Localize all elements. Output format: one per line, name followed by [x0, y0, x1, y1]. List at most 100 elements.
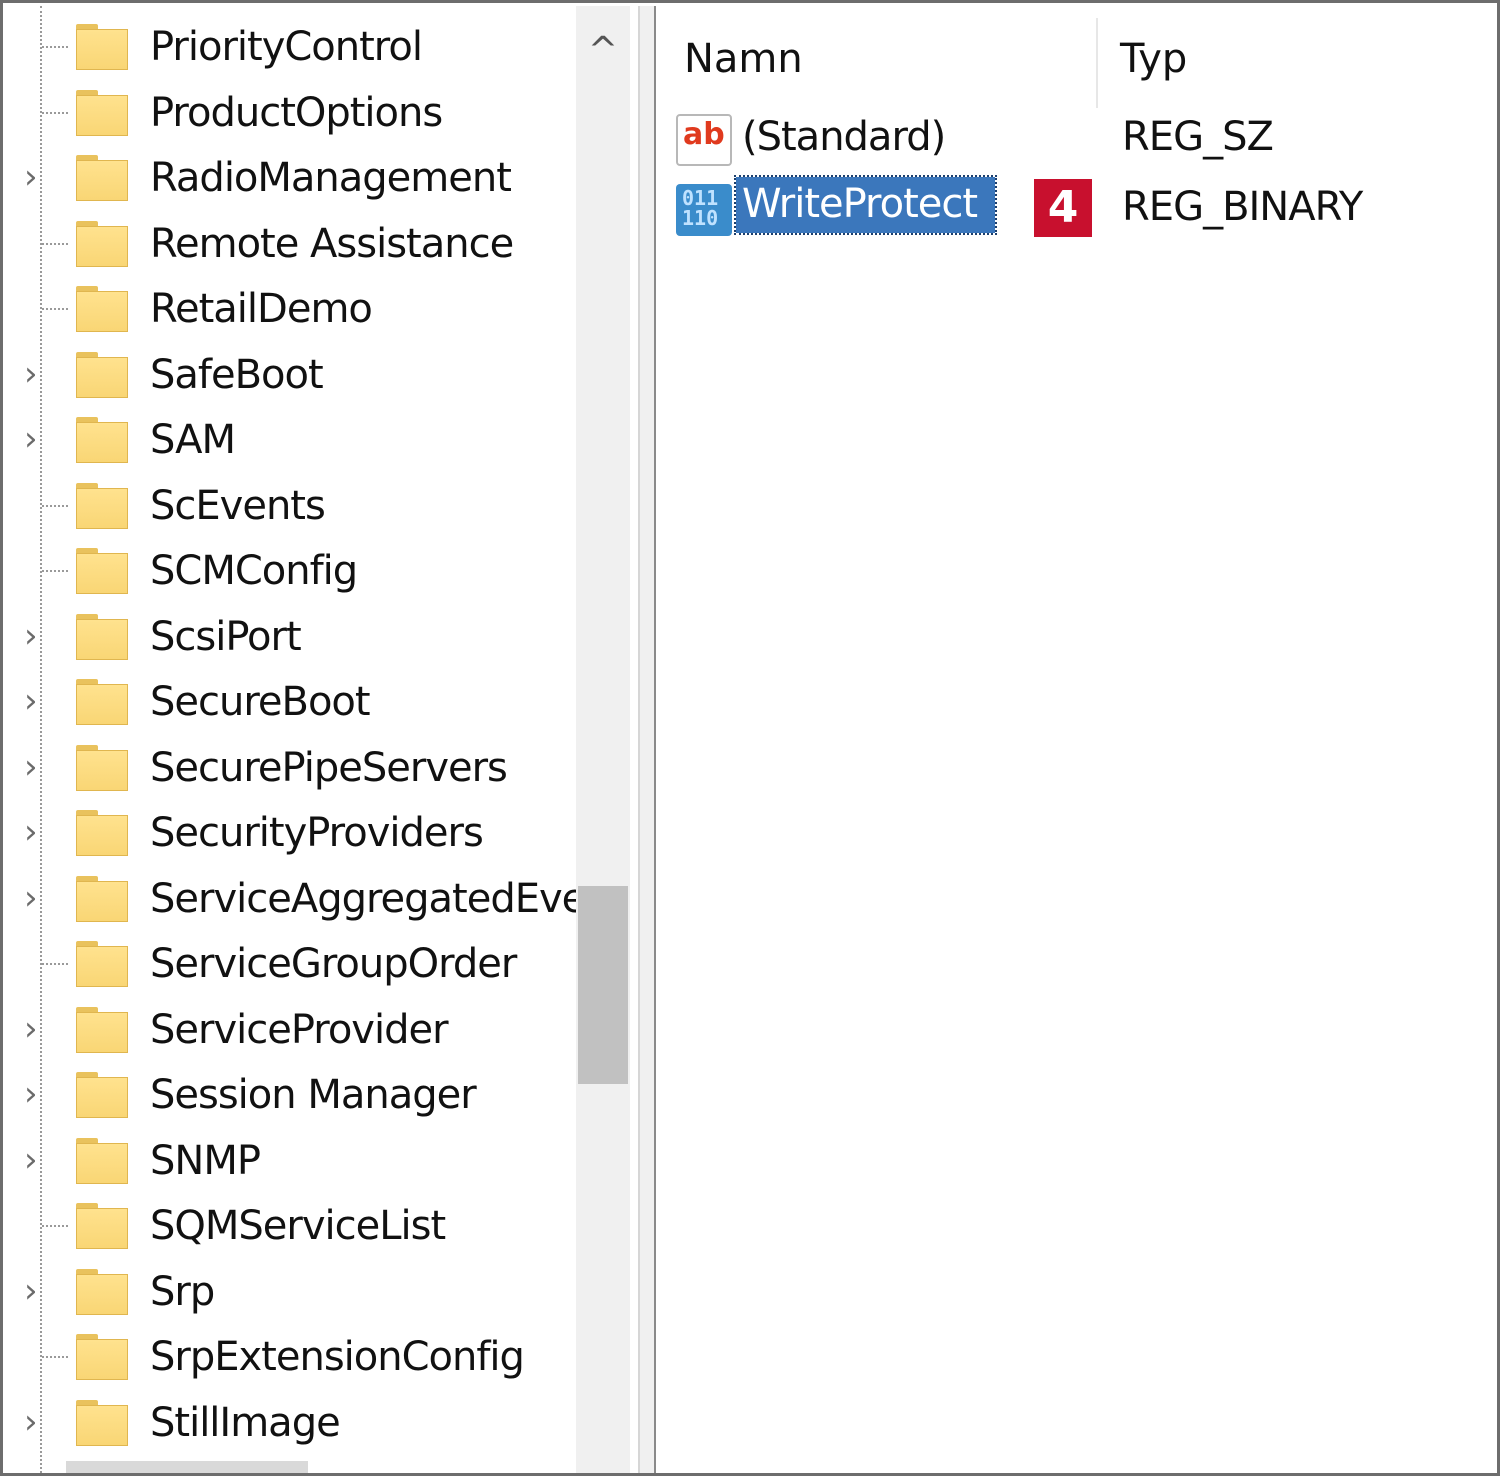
scroll-thumb[interactable] — [578, 886, 628, 1084]
folder-icon — [76, 1399, 128, 1446]
partially-visible-tree-item[interactable] — [66, 1461, 308, 1473]
tree-item-label: StillImage — [150, 1399, 341, 1446]
value-row-standard[interactable]: ab (Standard) REG_SZ — [656, 106, 1494, 172]
tree-item[interactable]: ScEvents — [6, 473, 576, 538]
tree-item[interactable]: Remote Assistance — [6, 211, 576, 276]
expand-chevron-icon[interactable]: › — [24, 357, 52, 391]
column-divider[interactable] — [1096, 18, 1098, 108]
tree-item-label: SrpExtensionConfig — [150, 1334, 525, 1380]
registry-key-tree[interactable]: PriorityControl ProductOptions › RadioManag… — [6, 6, 638, 1473]
folder-icon — [76, 1203, 128, 1249]
folder-icon — [76, 875, 128, 922]
tree-item[interactable]: › StillImage — [6, 1390, 576, 1455]
expand-chevron-icon[interactable]: › — [24, 750, 52, 784]
expand-chevron-icon[interactable]: › — [24, 881, 52, 915]
folder-icon — [76, 155, 128, 201]
step-number-badge: 4 — [1034, 179, 1092, 237]
folder-icon — [76, 613, 128, 660]
expand-chevron-icon[interactable]: › — [24, 619, 52, 653]
column-header-name[interactable]: Namn — [684, 36, 803, 82]
tree-item[interactable]: PriorityControl — [6, 14, 576, 79]
tree-item[interactable]: › ServiceAggregatedEve — [6, 866, 586, 931]
expand-chevron-icon[interactable]: › — [24, 684, 52, 718]
tree-item-label: ServiceAggregatedEve — [150, 875, 586, 922]
folder-icon — [76, 1334, 128, 1380]
tree-connector — [42, 242, 68, 245]
expand-chevron-icon[interactable]: › — [24, 1274, 52, 1308]
tree-item-label: ScsiPort — [150, 613, 302, 660]
folder-icon — [76, 1137, 128, 1184]
tree-connector — [42, 1225, 68, 1227]
tree-item-label: RadioManagement — [150, 155, 512, 201]
expand-chevron-icon[interactable]: › — [24, 1012, 52, 1046]
tree-item[interactable]: › RadioManagement — [6, 145, 576, 210]
expand-chevron-icon[interactable]: › — [24, 1405, 52, 1439]
tree-item[interactable]: › SAM — [6, 407, 576, 472]
value-row-writeprotect[interactable]: 011 110 WriteProtect 4 REG_BINARY — [656, 175, 1494, 242]
tree-item[interactable]: › SecureBoot — [6, 669, 576, 734]
tree-item[interactable]: › SafeBoot — [6, 342, 576, 407]
folder-icon — [76, 286, 128, 332]
tree-item-label: SAM — [150, 417, 236, 463]
folder-icon — [76, 810, 128, 856]
folder-icon — [76, 1268, 128, 1315]
registry-values-list[interactable]: Namn Typ ab (Standard) REG_SZ 011 110 Wr… — [656, 6, 1494, 1473]
tree-item-label: Srp — [150, 1268, 215, 1315]
tree-item[interactable]: RetailDemo — [6, 276, 576, 341]
value-name-selected[interactable]: WriteProtect — [733, 175, 998, 235]
folder-icon — [76, 941, 128, 987]
tree-connector — [42, 570, 68, 572]
tree-item-label: ProductOptions — [150, 89, 443, 136]
value-name[interactable]: (Standard) — [742, 114, 946, 160]
folder-icon — [76, 482, 128, 529]
tree-connector — [42, 1356, 68, 1358]
tree-item[interactable]: ServiceGroupOrder — [6, 931, 576, 996]
expand-chevron-icon[interactable]: › — [24, 422, 52, 456]
tree-item[interactable]: SQMServiceList — [6, 1193, 576, 1258]
expand-chevron-icon[interactable]: › — [24, 815, 52, 849]
folder-icon — [76, 417, 128, 463]
tree-item[interactable]: ProductOptions — [6, 80, 576, 145]
tree-item[interactable]: SrpExtensionConfig — [6, 1324, 576, 1389]
tree-item-label: ServiceProvider — [150, 1006, 449, 1053]
value-type: REG_SZ — [1122, 114, 1274, 160]
binary-value-icon: 011 110 — [676, 184, 732, 236]
tree-connector — [42, 963, 68, 965]
expand-chevron-icon[interactable]: › — [24, 160, 52, 194]
tree-item-label: SQMServiceList — [150, 1203, 446, 1249]
value-type: REG_BINARY — [1122, 184, 1363, 230]
tree-item-label: SecureBoot — [150, 679, 371, 725]
pane-splitter[interactable] — [638, 6, 656, 1473]
tree-item[interactable]: › SNMP — [6, 1128, 576, 1193]
expand-chevron-icon[interactable]: › — [24, 1143, 52, 1177]
folder-icon — [76, 548, 128, 594]
tree-item[interactable]: › SecurityProviders — [6, 800, 576, 865]
folder-icon — [76, 1006, 128, 1053]
tree-item-label: PriorityControl — [150, 24, 423, 70]
expand-chevron-icon[interactable]: › — [24, 1077, 52, 1111]
folder-icon — [76, 220, 128, 267]
tree-item-label: ScEvents — [150, 482, 326, 529]
tree-connector — [42, 111, 68, 114]
scroll-up-arrow-icon[interactable]: ^ — [576, 26, 630, 76]
tree-item-label: SecurityProviders — [150, 810, 484, 856]
tree-item[interactable]: › Session Manager — [6, 1062, 576, 1127]
column-header-type[interactable]: Typ — [1120, 36, 1187, 82]
folder-icon — [76, 24, 128, 70]
tree-item-label: RetailDemo — [150, 286, 373, 332]
tree-item-label: ServiceGroupOrder — [150, 941, 517, 987]
folder-icon — [76, 744, 128, 791]
tree-item[interactable]: › ScsiPort — [6, 604, 576, 669]
tree-item-label: SecurePipeServers — [150, 744, 508, 791]
tree-item[interactable]: › SecurePipeServers — [6, 735, 576, 800]
tree-item[interactable]: › ServiceProvider — [6, 997, 576, 1062]
tree-item-label: Remote Assistance — [150, 220, 514, 267]
tree-item[interactable]: › Srp — [6, 1259, 576, 1324]
folder-icon — [76, 351, 128, 398]
tree-item-label: SNMP — [150, 1137, 261, 1184]
string-value-icon: ab — [676, 114, 732, 166]
tree-connector — [42, 46, 68, 48]
tree-connector — [42, 504, 68, 507]
tree-vertical-scrollbar[interactable]: ^ — [576, 6, 630, 1473]
tree-item[interactable]: SCMConfig — [6, 538, 576, 603]
